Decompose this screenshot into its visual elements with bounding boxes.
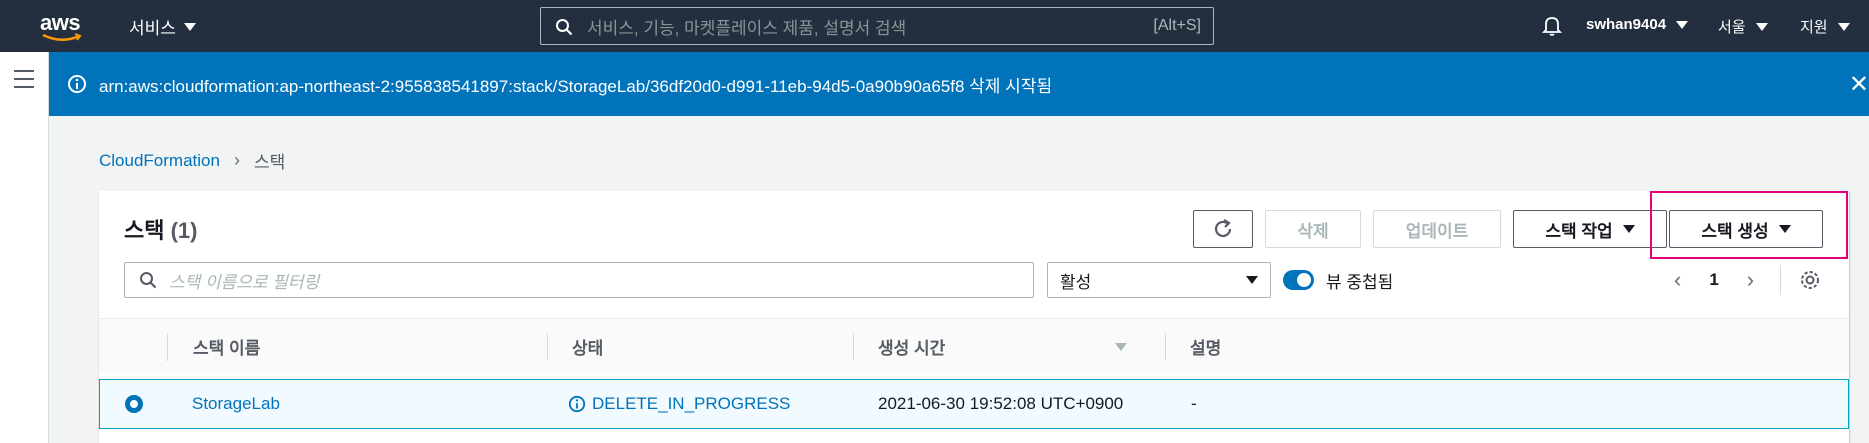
page-number[interactable]: 1 bbox=[1709, 270, 1718, 290]
gear-icon[interactable] bbox=[1799, 269, 1821, 291]
stack-filter-input[interactable]: 스택 이름으로 필터링 bbox=[124, 262, 1034, 298]
smile-arrow-icon bbox=[42, 33, 82, 41]
caret-down-icon bbox=[1622, 225, 1635, 233]
caret-down-icon bbox=[1246, 276, 1258, 284]
stack-count: (1) bbox=[170, 218, 198, 243]
services-menu[interactable]: 서비스 bbox=[129, 14, 196, 39]
breadcrumb: CloudFormation › 스택 bbox=[99, 148, 285, 173]
chevron-right-icon: › bbox=[233, 150, 240, 170]
panel-title: 스택 (1) bbox=[124, 218, 198, 243]
column-header-status[interactable]: 상태 bbox=[547, 319, 847, 374]
top-navigation: aws 서비스 서비스, 기능, 마켓플레이스 제품, 설명서 검색 [Alt+… bbox=[0, 0, 1869, 52]
aws-logo[interactable]: aws bbox=[40, 10, 96, 44]
stack-description: - bbox=[1191, 394, 1197, 413]
pagination: ‹ 1 › bbox=[1674, 265, 1782, 295]
user-menu[interactable]: swhan9404 bbox=[1586, 16, 1689, 33]
menu-icon[interactable] bbox=[14, 70, 34, 94]
create-stack-button[interactable]: 스택 생성 bbox=[1669, 210, 1823, 248]
caret-down-icon bbox=[1837, 22, 1850, 31]
update-button[interactable]: 업데이트 bbox=[1373, 210, 1501, 248]
filter-placeholder: 스택 이름으로 필터링 bbox=[169, 272, 320, 292]
region-menu[interactable]: 서울 bbox=[1718, 16, 1768, 37]
info-icon bbox=[68, 75, 86, 93]
refresh-icon bbox=[1214, 219, 1232, 238]
pager-divider bbox=[1780, 265, 1782, 295]
support-menu[interactable]: 지원 bbox=[1800, 16, 1850, 37]
stack-status: DELETE_IN_PROGRESS bbox=[568, 380, 790, 428]
sort-descending-icon bbox=[1115, 343, 1127, 351]
caret-down-icon bbox=[1755, 22, 1768, 31]
caret-down-icon bbox=[1676, 20, 1689, 29]
search-shortcut: [Alt+S] bbox=[1153, 17, 1201, 34]
info-icon bbox=[568, 395, 586, 413]
refresh-button[interactable] bbox=[1193, 210, 1253, 248]
column-header-created[interactable]: 생성 시간 bbox=[853, 319, 1165, 374]
table-row[interactable]: StorageLab DELETE_IN_PROGRESS 2021-06-30… bbox=[99, 379, 1849, 429]
row-select-radio[interactable] bbox=[125, 395, 143, 413]
search-icon bbox=[140, 272, 157, 289]
search-icon bbox=[556, 19, 573, 36]
search-placeholder: 서비스, 기능, 마켓플레이스 제품, 설명서 검색 bbox=[587, 18, 907, 38]
stack-created-time: 2021-06-30 19:52:08 UTC+0900 bbox=[878, 394, 1124, 413]
caret-down-icon bbox=[1778, 225, 1791, 233]
breadcrumb-current: 스택 bbox=[253, 153, 286, 172]
stacks-panel: 스택 (1) 삭제 업데이트 스택 작업 스택 생성 스택 이름으로 필터링 활… bbox=[99, 191, 1849, 443]
stack-name-link[interactable]: StorageLab bbox=[192, 380, 280, 428]
caret-down-icon bbox=[183, 22, 196, 31]
column-header-name[interactable]: 스택 이름 bbox=[167, 319, 547, 374]
close-icon[interactable]: ✕ bbox=[1849, 70, 1869, 99]
column-header-description[interactable]: 설명 bbox=[1165, 319, 1849, 374]
stack-actions-button[interactable]: 스택 작업 bbox=[1513, 210, 1667, 248]
nested-view-toggle[interactable] bbox=[1283, 270, 1314, 290]
breadcrumb-cloudformation[interactable]: CloudFormation bbox=[99, 151, 220, 171]
table-header: 스택 이름 상태 생성 시간 설명 bbox=[99, 318, 1849, 373]
side-navigation bbox=[0, 52, 49, 443]
chevron-left-icon[interactable]: ‹ bbox=[1674, 267, 1681, 293]
global-search-input[interactable]: 서비스, 기능, 마켓플레이스 제품, 설명서 검색 [Alt+S] bbox=[540, 7, 1214, 45]
delete-button[interactable]: 삭제 bbox=[1265, 210, 1361, 248]
flash-message: arn:aws:cloudformation:ap-northeast-2:95… bbox=[99, 76, 1053, 96]
flash-notification: arn:aws:cloudformation:ap-northeast-2:95… bbox=[49, 52, 1869, 116]
bell-icon[interactable] bbox=[1542, 15, 1562, 37]
nested-view-label: 뷰 중첩됨 bbox=[1326, 273, 1394, 292]
chevron-right-icon[interactable]: › bbox=[1747, 267, 1754, 293]
status-filter-select[interactable]: 활성 bbox=[1047, 262, 1271, 298]
